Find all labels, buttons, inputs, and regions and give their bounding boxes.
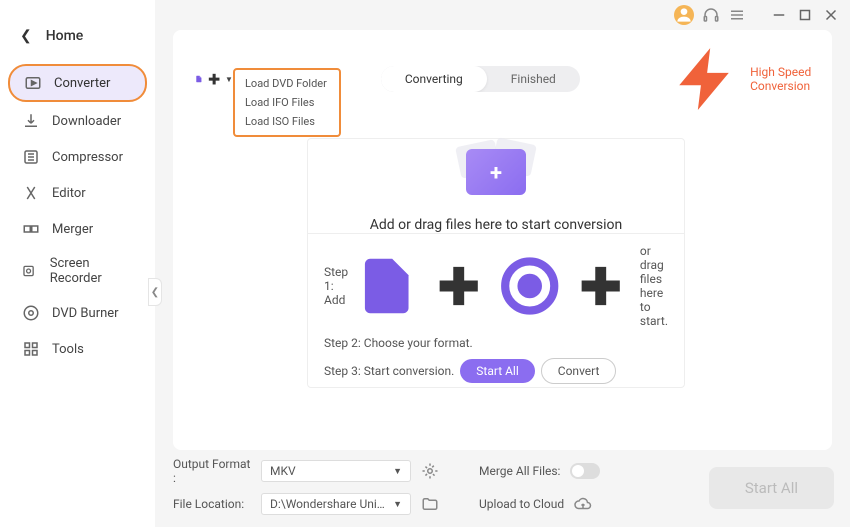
sidebar-item-compressor[interactable]: Compressor <box>8 140 147 174</box>
convert-button[interactable]: Convert <box>541 358 617 384</box>
sidebar-item-screen-recorder[interactable]: Screen Recorder <box>8 248 147 294</box>
recorder-icon <box>22 262 38 280</box>
disc-dropdown-menu: Load DVD Folder Load IFO Files Load ISO … <box>233 68 341 137</box>
converter-icon <box>24 74 42 92</box>
high-speed-label: High Speed Conversion <box>750 65 814 93</box>
sidebar-item-merger[interactable]: Merger <box>8 212 147 246</box>
step1-post: or drag files here to start. <box>640 244 668 328</box>
file-location-select[interactable]: D:\Wondershare UniConverter 1 ▼ <box>261 493 411 515</box>
file-location-label: File Location: <box>173 497 251 511</box>
step3-text: Step 3: Start conversion. <box>324 364 454 378</box>
tab-converting[interactable]: Converting <box>381 66 487 92</box>
plus-icon <box>568 244 633 328</box>
file-plus-icon <box>354 244 419 328</box>
sidebar-item-downloader[interactable]: Downloader <box>8 104 147 138</box>
sidebar-item-converter[interactable]: Converter <box>8 64 147 102</box>
compressor-icon <box>22 148 40 166</box>
sidebar-item-label: Tools <box>52 342 84 357</box>
dropdown-item-iso-files[interactable]: Load ISO Files <box>235 112 339 131</box>
dropzone[interactable]: + Add or drag files here to start conver… <box>307 138 685 388</box>
dropdown-item-dvd-folder[interactable]: Load DVD Folder <box>235 74 339 93</box>
merge-toggle[interactable] <box>570 463 600 479</box>
plus-icon <box>426 244 491 328</box>
upload-label: Upload to Cloud <box>479 497 564 511</box>
merge-label: Merge All Files: <box>479 464 560 478</box>
sidebar-item-label: Compressor <box>52 150 123 165</box>
sidebar-item-label: Merger <box>52 222 93 237</box>
add-file-button[interactable]: ▼ <box>195 70 233 88</box>
converter-panel: ▼ ▼ Converting Finished High Speed Conve… <box>173 30 832 450</box>
status-tabs: Converting Finished <box>381 66 580 92</box>
step-1-row: Step 1: Add or drag files here to start. <box>324 244 668 328</box>
sidebar-item-tools[interactable]: Tools <box>8 332 147 366</box>
cloud-upload-icon[interactable] <box>574 495 592 513</box>
downloader-icon <box>22 112 40 130</box>
steps-panel: Step 1: Add or drag files here to start.… <box>308 233 684 394</box>
settings-gear-icon[interactable] <box>421 462 439 480</box>
tools-icon <box>22 340 40 358</box>
sidebar-item-label: Converter <box>54 76 110 91</box>
folder-plus-icon: + <box>456 139 536 199</box>
dropzone-text: Add or drag files here to start conversi… <box>370 217 623 233</box>
output-format-select[interactable]: MKV ▼ <box>261 460 411 482</box>
open-folder-icon[interactable] <box>421 495 439 513</box>
sidebar-item-label: Screen Recorder <box>50 256 133 286</box>
back-icon[interactable]: ❮ <box>20 28 32 44</box>
home-label: Home <box>46 28 84 44</box>
output-format-value: MKV <box>270 464 296 478</box>
sidebar: ❮ Home Converter Downloader Compressor E… <box>0 0 155 527</box>
step-2-text: Step 2: Choose your format. <box>324 336 668 350</box>
step-3-row: Step 3: Start conversion. Start All Conv… <box>324 358 668 384</box>
sidebar-item-label: DVD Burner <box>52 306 119 321</box>
editor-icon <box>22 184 40 202</box>
file-location-value: D:\Wondershare UniConverter 1 <box>270 497 390 511</box>
dvd-icon <box>22 304 40 322</box>
dropdown-item-ifo-files[interactable]: Load IFO Files <box>235 93 339 112</box>
start-all-main-button[interactable]: Start All <box>709 467 834 509</box>
chevron-down-icon: ▼ <box>393 499 402 510</box>
sidebar-item-label: Downloader <box>52 114 121 129</box>
step1-pre: Step 1: Add <box>324 265 348 307</box>
sidebar-item-dvd-burner[interactable]: DVD Burner <box>8 296 147 330</box>
sidebar-item-editor[interactable]: Editor <box>8 176 147 210</box>
tab-finished[interactable]: Finished <box>487 66 580 92</box>
merger-icon <box>22 220 40 238</box>
output-format-label: Output Format : <box>173 457 251 485</box>
disc-plus-icon <box>497 244 562 328</box>
sidebar-item-label: Editor <box>52 186 86 201</box>
chevron-down-icon: ▼ <box>393 466 402 477</box>
high-speed-conversion-button[interactable]: High Speed Conversion <box>670 42 814 116</box>
start-all-button[interactable]: Start All <box>460 359 535 383</box>
main-area: ▼ ▼ Converting Finished High Speed Conve… <box>155 0 850 527</box>
